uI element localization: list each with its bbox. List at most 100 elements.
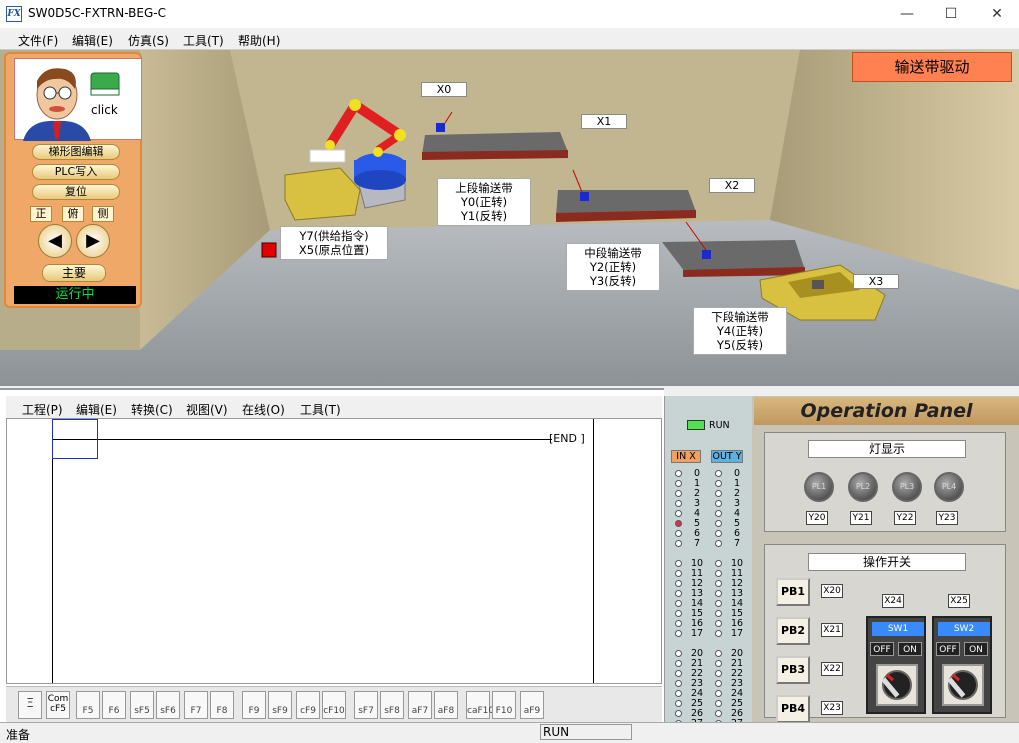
operation-panel-title: Operation Panel [754, 397, 1019, 425]
fkey-sf5-button[interactable]: sF5 [130, 691, 154, 719]
click-label: click [91, 103, 118, 117]
view-top-button[interactable]: 俯 [62, 206, 84, 222]
input-led-x2 [675, 490, 682, 497]
fkey-af8-button[interactable]: aF8 [434, 691, 458, 719]
lamp-pl1-address: Y20 [806, 511, 828, 525]
pushbutton-pb4-address: X23 [821, 701, 843, 715]
right-arrow-icon: ▶ [86, 230, 100, 251]
input-led-x22 [675, 670, 682, 677]
output-led-y3 [715, 500, 722, 507]
input-led-x24 [675, 690, 682, 697]
fkey-f8-button[interactable]: F8 [210, 691, 234, 719]
status-text: 准备 [6, 728, 31, 742]
instructor-box[interactable]: click [14, 58, 142, 141]
input-led-x7 [675, 540, 682, 547]
lamp-pl3-address: Y22 [894, 511, 916, 525]
main-button[interactable]: 主要 [42, 264, 106, 282]
view-side-button[interactable]: 侧 [92, 206, 114, 222]
input-led-x12 [675, 580, 682, 587]
output-led-y22 [715, 670, 722, 677]
function-key-toolbar: Ξ Com cF5 F5 F6 sF5 sF6 F7 F8 F9 sF9 cF9 cF10 sF7 sF… [6, 686, 662, 722]
output-led-y21 [715, 660, 722, 667]
output-header: OUT Y [711, 450, 743, 463]
fkey-f6-button[interactable]: F6 [102, 691, 126, 719]
prev-arrow-button[interactable]: ◀ [38, 224, 72, 258]
switch-sw1[interactable]: SW1 OFF ON [866, 616, 926, 714]
ladder-menu-view[interactable]: 视图(V) [186, 401, 228, 418]
selector-knob-icon [881, 670, 912, 700]
output-led-y1 [715, 480, 722, 487]
reset-button[interactable]: 复位 [32, 184, 120, 200]
menu-edit[interactable]: 编辑(E) [72, 32, 113, 49]
fkey-f9-button[interactable]: F9 [242, 691, 266, 719]
fkey-cf10-button[interactable]: cF10 [322, 691, 346, 719]
menu-simulate[interactable]: 仿真(S) [128, 32, 169, 49]
fkey-sf8-button[interactable]: sF8 [380, 691, 404, 719]
ladder-canvas[interactable]: [END ] [6, 418, 662, 684]
lamp-pl2-address: Y21 [850, 511, 872, 525]
input-led-x13 [675, 590, 682, 597]
output-led-y16 [715, 620, 722, 627]
rung-line [52, 439, 552, 440]
fkey-sf9-button[interactable]: sF9 [268, 691, 292, 719]
output-led-y6 [715, 530, 722, 537]
switch-sw2-off-label: OFF [936, 642, 960, 656]
input-led-x11 [675, 570, 682, 577]
output-led-y2 [715, 490, 722, 497]
input-led-x26 [675, 710, 682, 717]
menu-file[interactable]: 文件(F) [18, 32, 58, 49]
input-led-x16 [675, 620, 682, 627]
sensor-x1-label: X1 [581, 114, 627, 129]
output-led-y11 [715, 570, 722, 577]
pushbutton-pb4[interactable]: PB4 [776, 695, 810, 723]
switch-sw1-knob[interactable] [876, 664, 918, 706]
ladder-menu-online[interactable]: 在线(O) [242, 401, 285, 418]
status-bar: 准备 RUN [0, 722, 1019, 742]
conveyor-drive-button[interactable]: 输送带驱动 [852, 52, 1012, 82]
pushbutton-pb1[interactable]: PB1 [776, 578, 810, 606]
lamp-pl4: PL4 [934, 472, 964, 502]
menu-bar: 文件(F) 编辑(E) 仿真(S) 工具(T) 帮助(H) [0, 28, 1019, 50]
lamp-pl1: PL1 [804, 472, 834, 502]
ladder-cursor [52, 419, 98, 459]
menu-tools[interactable]: 工具(T) [183, 32, 224, 49]
plc-write-button[interactable]: PLC写入 [32, 164, 120, 180]
fkey-sf6-button[interactable]: sF6 [156, 691, 180, 719]
minimize-button[interactable]: — [892, 4, 922, 24]
input-led-x23 [675, 680, 682, 687]
next-arrow-button[interactable]: ▶ [76, 224, 110, 258]
close-button[interactable]: ✕ [982, 4, 1012, 24]
output-led-y15 [715, 610, 722, 617]
switch-group-label: 操作开关 [808, 553, 966, 571]
ladder-menu-convert[interactable]: 转换(C) [131, 401, 173, 418]
ladder-menu-project[interactable]: 工程(P) [22, 401, 63, 418]
fkey-f5-button[interactable]: F5 [76, 691, 100, 719]
switch-sw2-knob[interactable] [942, 664, 984, 706]
run-led [687, 420, 705, 430]
fkey-sf7-button[interactable]: sF7 [354, 691, 378, 719]
input-led-x15 [675, 610, 682, 617]
menu-help[interactable]: 帮助(H) [238, 32, 280, 49]
pushbutton-pb2[interactable]: PB2 [776, 617, 810, 645]
output-led-y4 [715, 510, 722, 517]
fkey-af9-button[interactable]: aF9 [520, 691, 544, 719]
ladder-menu-edit[interactable]: 编辑(E) [76, 401, 117, 418]
switch-sw2[interactable]: SW2 OFF ON [932, 616, 992, 714]
output-led-y10 [715, 560, 722, 567]
fkey-cf9-button[interactable]: cF9 [296, 691, 320, 719]
fkey-f10-button[interactable]: F10 [492, 691, 516, 719]
fkey-caf10-button[interactable]: caF10 [466, 691, 494, 719]
input-header: IN X [671, 450, 701, 463]
fkey-f7-button[interactable]: F7 [184, 691, 208, 719]
mode-toggle-button[interactable]: Ξ [18, 691, 42, 719]
pushbutton-pb3[interactable]: PB3 [776, 656, 810, 684]
input-led-x6 [675, 530, 682, 537]
ladder-edit-button[interactable]: 梯形图编辑 [32, 144, 120, 160]
output-led-y20 [715, 650, 722, 657]
fkey-af7-button[interactable]: aF7 [408, 691, 432, 719]
comment-toggle-button[interactable]: Com cF5 [46, 691, 70, 719]
ladder-menu-tools[interactable]: 工具(T) [300, 401, 341, 418]
view-front-button[interactable]: 正 [30, 206, 52, 222]
app-icon: FX [6, 6, 22, 22]
maximize-button[interactable]: ☐ [936, 4, 966, 24]
